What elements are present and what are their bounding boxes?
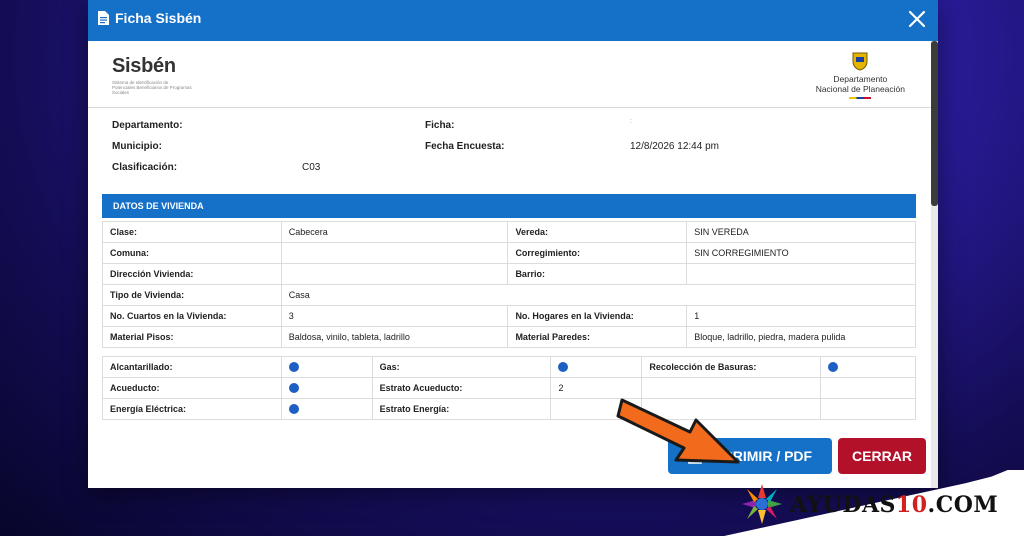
- shield-emblem-icon: [852, 52, 868, 71]
- ficha-label: Ficha:: [425, 120, 455, 131]
- estrato-energia-label: Estrato Energía:: [371, 398, 552, 420]
- cell-value: SIN CORREGIMIENTO: [686, 242, 916, 264]
- energia-value: [280, 398, 373, 420]
- gas-value: [550, 356, 643, 378]
- cell-value: Casa: [280, 284, 917, 306]
- cell-label: Barrio:: [507, 263, 688, 285]
- arrow-pointer-icon: [616, 398, 740, 464]
- table-row: Material Pisos: Baldosa, vinilo, tableta…: [102, 326, 916, 348]
- status-dot: [288, 404, 299, 415]
- empty-cell: [820, 377, 916, 399]
- status-dot: [288, 383, 299, 394]
- scrollbar[interactable]: [931, 41, 938, 488]
- sisben-logo-text: Sisbén: [112, 55, 176, 77]
- logo-row: Sisbén Sistema de Identificación de Pote…: [88, 41, 931, 108]
- scroll-thumb[interactable]: [931, 41, 938, 206]
- table-row: No. Cuartos en la Vivienda: 3 No. Hogare…: [102, 305, 916, 327]
- vivienda-table: Clase: Cabecera Vereda: SIN VEREDA Comun…: [102, 221, 917, 348]
- alcantarillado-label: Alcantarillado:: [102, 356, 282, 378]
- modal-title-text: Ficha Sisbén: [115, 10, 202, 26]
- cell-label: No. Cuartos en la Vivienda:: [102, 305, 282, 327]
- brand-part-a: AYUDAS: [790, 492, 896, 518]
- brand-part-b: 10: [895, 492, 928, 518]
- cell-value: 3: [280, 305, 509, 327]
- dnp-line2: Nacional de Planeación: [815, 84, 905, 94]
- cell-value: [280, 242, 509, 264]
- acueducto-value: [280, 377, 373, 399]
- sisben-logo-subtitle: Sistema de Identificación de Potenciales…: [112, 80, 192, 95]
- clasificacion-value: C03: [302, 162, 321, 173]
- departamento-label: Departamento:: [112, 120, 183, 131]
- brand-part-c: .COM: [927, 492, 999, 518]
- cell-label: Material Paredes:: [507, 326, 688, 348]
- flag-bar: [849, 97, 872, 99]
- cell-value: [686, 263, 916, 285]
- colorful-hands-logo-icon: [742, 484, 782, 524]
- status-dot: [558, 362, 569, 373]
- table-row: Tipo de Vivienda: Casa: [102, 284, 917, 306]
- cell-label: Comuna:: [102, 242, 282, 264]
- servicios-table: Alcantarillado: Gas: Recolección de Basu…: [102, 356, 916, 420]
- estrato-acueducto-label: Estrato Acueducto:: [371, 377, 552, 399]
- table-row: Clase: Cabecera Vereda: SIN VEREDA: [102, 221, 916, 243]
- recoleccion-label: Recolección de Basuras:: [641, 356, 822, 378]
- table-row: Dirección Vivienda: Barrio:: [102, 263, 916, 285]
- status-dot: [288, 362, 299, 373]
- alcantarillado-value: [280, 356, 373, 378]
- gas-label: Gas:: [371, 356, 552, 378]
- cell-label: Tipo de Vivienda:: [102, 284, 282, 306]
- close-button[interactable]: CERRAR: [838, 438, 926, 474]
- cell-value: Cabecera: [280, 221, 509, 243]
- table-row: Energía Eléctrica: Estrato Energía:: [102, 398, 916, 420]
- acueducto-label: Acueducto:: [102, 377, 282, 399]
- close-icon[interactable]: [906, 8, 928, 30]
- cell-label: Material Pisos:: [102, 326, 282, 348]
- cell-value: SIN VEREDA: [686, 221, 916, 243]
- watermark-brand: AYUDAS10.COM: [790, 492, 998, 518]
- empty-cell: [820, 398, 916, 420]
- table-row: Acueducto: Estrato Acueducto: 2: [102, 377, 916, 399]
- table-row: Alcantarillado: Gas: Recolección de Basu…: [102, 356, 916, 378]
- sisben-logo: Sisbén Sistema de Identificación de Pote…: [112, 55, 192, 95]
- cell-label: Corregimiento:: [507, 242, 688, 264]
- ficha-value: :: [630, 118, 632, 125]
- dnp-logo: Departamento Nacional de Planeación: [816, 51, 905, 99]
- cell-label: No. Hogares en la Vivienda:: [507, 305, 688, 327]
- close-label: CERRAR: [852, 448, 912, 464]
- sisben-modal: Ficha Sisbén Sisbén Sistema de Identific…: [88, 0, 938, 488]
- modal-title: Ficha Sisbén: [98, 10, 201, 26]
- status-dot: [828, 362, 839, 373]
- fecha-encuesta-value: 12/8/2026 12:44 pm: [630, 141, 719, 152]
- cell-value: 1: [686, 305, 916, 327]
- cell-value: Baldosa, vinilo, tableta, ladrillo: [280, 326, 509, 348]
- municipio-label: Municipio:: [112, 141, 162, 152]
- cell-value: Bloque, ladrillo, piedra, madera pulida: [686, 326, 916, 348]
- cell-label: Clase:: [102, 221, 282, 243]
- recoleccion-value: [820, 356, 916, 378]
- section-datos-vivienda: DATOS DE VIVIENDA: [102, 194, 916, 218]
- table-row: Comuna: Corregimiento: SIN CORREGIMIENTO: [102, 242, 916, 264]
- cell-value: [280, 263, 509, 285]
- dnp-line1: Departamento: [833, 74, 888, 84]
- cell-label: Dirección Vivienda:: [102, 263, 282, 285]
- fecha-encuesta-label: Fecha Encuesta:: [425, 141, 505, 152]
- document-icon: [98, 11, 109, 25]
- modal-header: Ficha Sisbén: [88, 0, 938, 41]
- cell-label: Vereda:: [507, 221, 688, 243]
- clasificacion-label: Clasificación:: [112, 162, 178, 173]
- energia-label: Energía Eléctrica:: [102, 398, 282, 420]
